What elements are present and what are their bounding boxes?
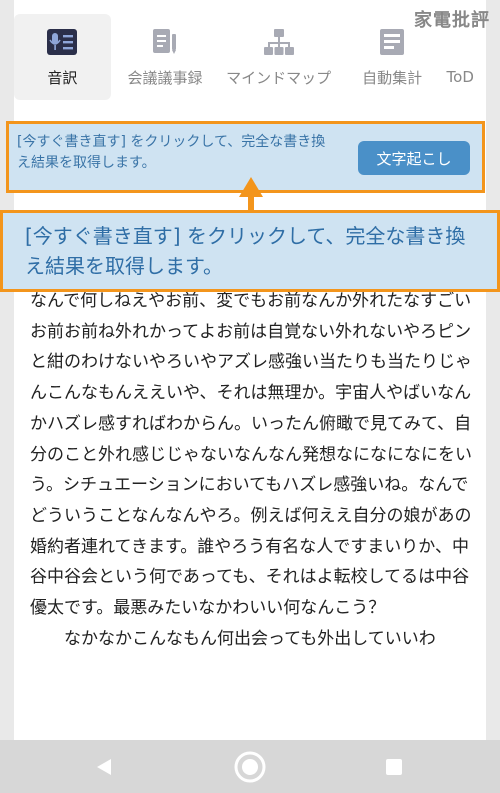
tab-label: ToD [446, 68, 474, 86]
transcript-paragraph: なんで何しねえやお前、変でもお前なんか外れたなすごいお前お前ね外れかってよお前は… [30, 291, 472, 619]
transcript-paragraph: なかなかこんなもん何出会っても外出していいわ [64, 628, 436, 649]
tab-label: マインドマップ [226, 68, 332, 87]
microphone-icon [47, 27, 78, 57]
summary-icon [377, 27, 407, 57]
tab-label: 自動集計 [362, 68, 423, 87]
document-icon [150, 27, 180, 57]
callout-arrow [239, 177, 263, 215]
transcribe-button[interactable]: 文字起こし [358, 141, 470, 175]
home-circle-icon[interactable] [220, 740, 280, 793]
callout-text: [今すぐ書き直す] をクリックして、完全な書き換え結果を取得します。 [25, 224, 466, 278]
tab-label: 音訳 [47, 68, 78, 87]
watermark-logo: 家電批評 [414, 10, 490, 31]
tab-transcribe[interactable]: 音訳 [14, 14, 111, 100]
todo-icon [447, 28, 477, 58]
back-triangle-icon[interactable] [74, 740, 134, 793]
tip-text: [今すぐ書き直す] をクリックして、完全な書き換え結果を取得します。 [17, 134, 326, 171]
android-nav-bar [0, 740, 500, 793]
transcript-content: なんで何しねえやお前、変でもお前なんか外れたなすごいお前お前ね外れかってよお前は… [30, 286, 478, 740]
tab-label: 会議議事録 [127, 68, 203, 87]
recents-square-icon[interactable] [364, 740, 424, 793]
zoom-callout: [今すぐ書き直す] をクリックして、完全な書き換え結果を取得します。 [0, 210, 500, 292]
app-screen: 音訳 会議議事録 マインドマップ 自動集計 ToD なんで何しねえやお前、変でも… [0, 0, 500, 740]
tab-mindmap[interactable]: マインドマップ [219, 14, 337, 100]
tab-minutes[interactable]: 会議議事録 [117, 14, 214, 100]
mindmap-icon [263, 27, 294, 57]
